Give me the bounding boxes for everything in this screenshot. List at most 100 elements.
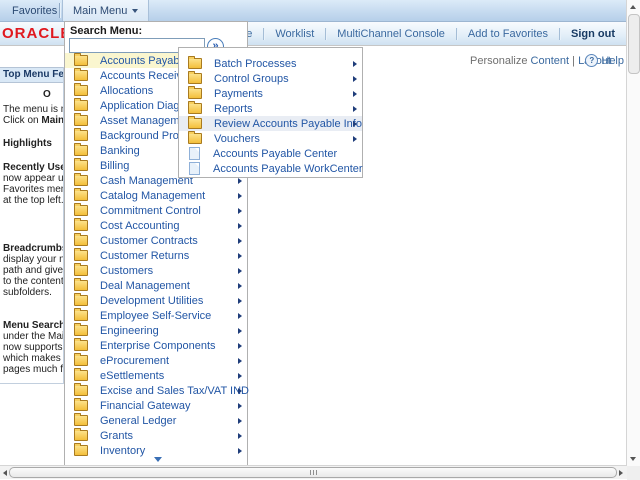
- chevron-right-icon: [238, 178, 242, 184]
- menu-item-label: Cost Accounting: [100, 220, 180, 232]
- menu-item[interactable]: Deal Management: [65, 278, 247, 293]
- main-menu-tab[interactable]: Main Menu: [62, 0, 149, 21]
- menu-item[interactable]: Financial Gateway: [65, 398, 247, 413]
- folder-icon: [188, 133, 202, 144]
- menu-item[interactable]: Cost Accounting: [65, 218, 247, 233]
- menu-scroll-down-icon[interactable]: [154, 457, 162, 462]
- submenu-item[interactable]: Batch Processes: [179, 56, 362, 71]
- scrollbar-down-icon[interactable]: [630, 457, 636, 461]
- chevron-down-icon: [132, 9, 138, 13]
- submenu-item-label: Control Groups: [214, 73, 289, 85]
- folder-icon: [74, 295, 88, 306]
- folder-icon: [74, 310, 88, 321]
- menu-item-label: Accounts Payable: [100, 55, 188, 67]
- menu-item[interactable]: Customer Returns: [65, 248, 247, 263]
- help-link[interactable]: ? Help: [585, 54, 624, 67]
- pagelet-text-line: at the top left.: [3, 195, 63, 206]
- chevron-right-icon: [238, 343, 242, 349]
- scrollbar-right-icon[interactable]: [619, 470, 623, 476]
- folder-icon: [74, 220, 88, 231]
- submenu-item[interactable]: Accounts Payable Center: [179, 146, 362, 161]
- chevron-right-icon: [238, 193, 242, 199]
- chevron-right-icon: [238, 283, 242, 289]
- menu-item-label: Catalog Management: [100, 190, 205, 202]
- scrollbar-left-icon[interactable]: [3, 470, 7, 476]
- menu-item[interactable]: Engineering: [65, 323, 247, 338]
- pagelet-text-line: The menu is nov: [3, 104, 63, 115]
- folder-icon: [74, 340, 88, 351]
- menu-item[interactable]: General Ledger: [65, 413, 247, 428]
- folder-icon: [74, 280, 88, 291]
- horizontal-scrollbar[interactable]: [0, 465, 627, 479]
- folder-icon: [74, 85, 88, 96]
- menu-item[interactable]: Customer Contracts: [65, 233, 247, 248]
- multichannel-console-link[interactable]: MultiChannel Console: [325, 28, 456, 40]
- menu-item[interactable]: eProcurement: [65, 353, 247, 368]
- menu-item[interactable]: Inventory: [65, 443, 247, 458]
- menu-item-label: eProcurement: [100, 355, 169, 367]
- scrollbar-grip: [310, 470, 319, 475]
- menu-item[interactable]: Employee Self-Service: [65, 308, 247, 323]
- chevron-right-icon: [238, 358, 242, 364]
- menu-item-label: Deal Management: [100, 280, 190, 292]
- accounts-payable-submenu: Batch Processes Control Groups Payments …: [178, 47, 363, 178]
- pagelet-header: Top Menu Featu: [0, 67, 63, 83]
- pagelet-text-line: subfolders.: [3, 287, 63, 298]
- pagelet-text-line: path and give y: [3, 265, 63, 276]
- vertical-scrollbar[interactable]: [626, 0, 640, 466]
- menu-item[interactable]: Catalog Management: [65, 188, 247, 203]
- folder-icon: [74, 100, 88, 111]
- pagelet-text-fragment: Click on: [3, 115, 41, 126]
- submenu-item[interactable]: Payments: [179, 86, 362, 101]
- submenu-item-label: Batch Processes: [214, 58, 297, 70]
- submenu-item[interactable]: Accounts Payable WorkCenter: [179, 161, 362, 176]
- menu-item[interactable]: Enterprise Components: [65, 338, 247, 353]
- menu-item[interactable]: Customers: [65, 263, 247, 278]
- menu-item[interactable]: eSettlements: [65, 368, 247, 383]
- folder-icon: [74, 70, 88, 81]
- submenu-item[interactable]: Vouchers: [179, 131, 362, 146]
- folder-icon: [74, 235, 88, 246]
- chevron-right-icon: [238, 433, 242, 439]
- menu-item[interactable]: Commitment Control: [65, 203, 247, 218]
- sign-out-link[interactable]: Sign out: [559, 28, 626, 40]
- submenu-item-label: Vouchers: [214, 133, 260, 145]
- chevron-right-icon: [238, 448, 242, 454]
- pagelet-text-fragment-bold: Main M: [41, 115, 64, 126]
- submenu-item[interactable]: Reports: [179, 101, 362, 116]
- submenu-item-label: Accounts Payable Center: [213, 148, 337, 160]
- menu-item-label: General Ledger: [100, 415, 176, 427]
- menu-item-label: Grants: [100, 430, 133, 442]
- folder-icon: [74, 415, 88, 426]
- menu-item[interactable]: Grants: [65, 428, 247, 443]
- folder-icon: [74, 175, 88, 186]
- personalize-content-link[interactable]: Content: [531, 55, 570, 67]
- chevron-right-icon: [238, 313, 242, 319]
- scrollbar-up-icon[interactable]: [630, 5, 636, 9]
- submenu-item[interactable]: Review Accounts Payable Info: [179, 116, 362, 131]
- add-to-favorites-link[interactable]: Add to Favorites: [456, 28, 559, 40]
- folder-icon: [74, 325, 88, 336]
- folder-icon: [188, 58, 202, 69]
- pagelet-text-line: to the contents: [3, 276, 63, 287]
- pagelet-text-line: which makes fi: [3, 353, 63, 364]
- chevron-right-icon: [238, 418, 242, 424]
- worklist-link[interactable]: Worklist: [263, 28, 325, 40]
- submenu-item[interactable]: Control Groups: [179, 71, 362, 86]
- personalize-prefix: Personalize: [470, 55, 527, 67]
- horizontal-scrollbar-thumb[interactable]: [9, 467, 617, 478]
- top-menu-features-pagelet: Top Menu Featu O The menu is nov Click o…: [0, 67, 64, 384]
- page-icon: [189, 147, 200, 160]
- personalize-separator: |: [572, 55, 575, 67]
- pagelet-text-line: under the Main: [3, 331, 63, 342]
- vertical-scrollbar-thumb[interactable]: [628, 14, 640, 74]
- menu-item-label: Customer Returns: [100, 250, 189, 262]
- menu-item-label: Customers: [100, 265, 153, 277]
- menu-item[interactable]: Excise and Sales Tax/VAT IND: [65, 383, 247, 398]
- folder-icon: [74, 445, 88, 456]
- folder-icon: [74, 430, 88, 441]
- menu-item[interactable]: Development Utilities: [65, 293, 247, 308]
- pagelet-heading: O: [43, 89, 63, 100]
- submenu-item-label: Accounts Payable WorkCenter: [213, 163, 363, 175]
- breadcrumbs-heading: Breadcrumbs: [3, 243, 63, 254]
